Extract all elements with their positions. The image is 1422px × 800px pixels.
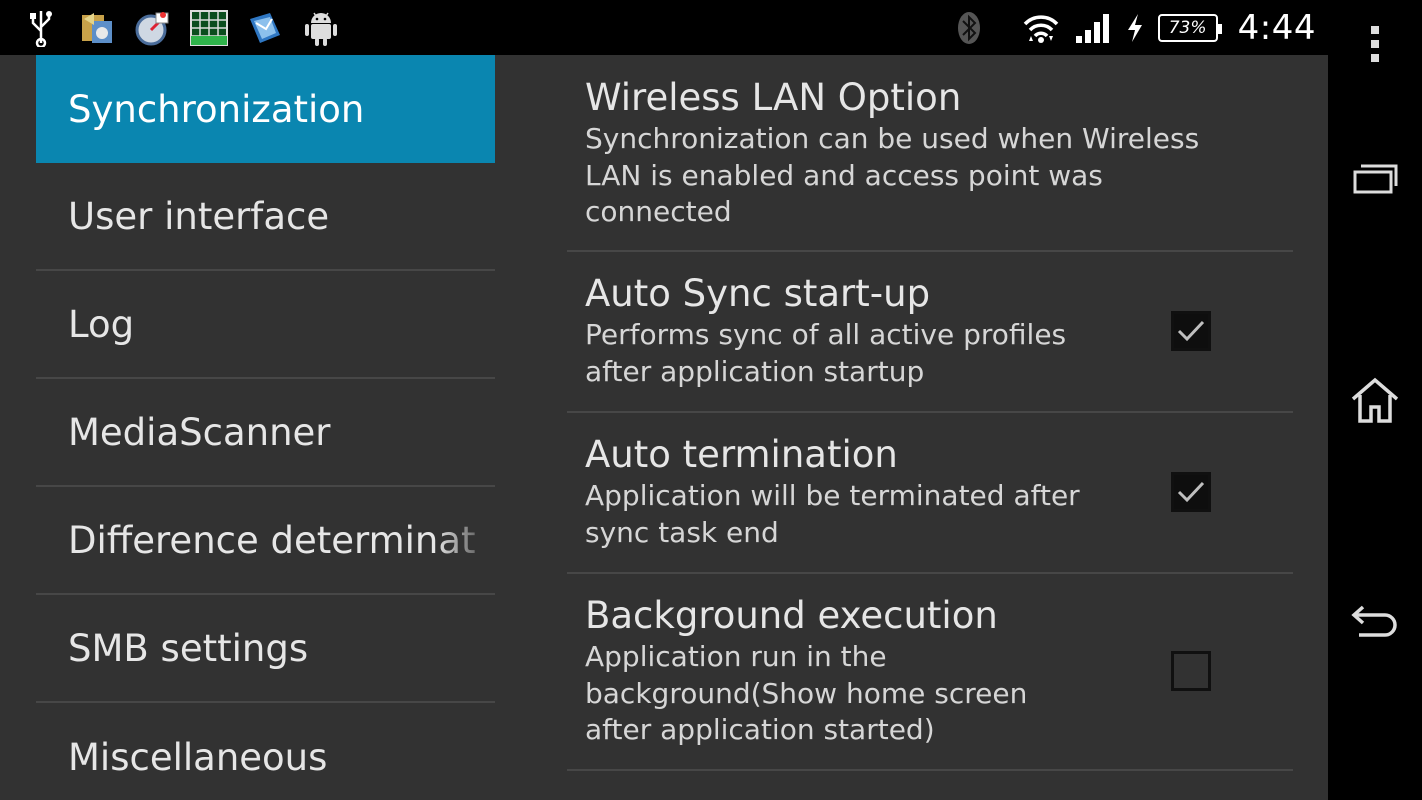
status-bar: 73% 4:44 (0, 0, 1328, 55)
settings-screen: Synchronization User interface Log Media… (0, 55, 1328, 800)
category-mediascanner[interactable]: MediaScanner (36, 379, 495, 487)
navigation-bar (1328, 0, 1422, 800)
category-smb-settings[interactable]: SMB settings (36, 595, 495, 703)
pref-wireless-lan-option[interactable]: Wireless LAN Option Synchronization can … (567, 55, 1293, 252)
home-icon (1350, 377, 1400, 427)
recent-apps-icon (1352, 161, 1398, 199)
pref-summary: Application will be terminated after syn… (585, 479, 1080, 549)
category-label: Miscellaneous (68, 735, 328, 779)
pref-auto-termination[interactable]: Auto termination Application will be ter… (567, 413, 1293, 574)
compass-app-icon (134, 9, 172, 47)
home-button[interactable] (1328, 370, 1422, 434)
android-icon (302, 9, 340, 47)
system-status: 73% 4:44 (950, 6, 1316, 50)
category-synchronization[interactable]: Synchronization (36, 55, 495, 163)
preference-list: Wireless LAN Option Synchronization can … (567, 55, 1293, 771)
pref-auto-sync-startup[interactable]: Auto Sync start-up Performs sync of all … (567, 252, 1293, 413)
clock: 4:44 (1237, 8, 1316, 48)
usb-icon (22, 9, 60, 47)
battery-percent: 73% (1168, 18, 1207, 38)
grid-app-icon (190, 9, 228, 47)
menu-button[interactable] (1328, 24, 1422, 68)
back-icon (1351, 605, 1399, 645)
category-label: SMB settings (68, 626, 309, 670)
pref-background-execution[interactable]: Background execution Application run in … (567, 574, 1293, 771)
background-execution-checkbox[interactable] (1171, 651, 1211, 691)
wifi-icon (1022, 9, 1060, 47)
menu-icon (1370, 25, 1380, 67)
back-button[interactable] (1328, 595, 1422, 655)
pref-summary: Performs sync of all active profiles aft… (585, 318, 1067, 388)
auto-sync-checkbox[interactable] (1171, 311, 1211, 351)
category-difference-determination[interactable]: Difference determinat (36, 487, 495, 595)
pref-title: Background execution (585, 594, 998, 637)
category-label: User interface (68, 194, 330, 238)
sync-app-icon (78, 9, 116, 47)
category-label: Difference determinat (68, 518, 476, 562)
pref-summary: Application run in the background(Show h… (585, 640, 1028, 746)
bluetooth-icon (950, 9, 988, 47)
category-user-interface[interactable]: User interface (36, 163, 495, 271)
charging-icon (1126, 9, 1144, 47)
category-miscellaneous[interactable]: Miscellaneous (36, 703, 495, 800)
recent-apps-button[interactable] (1328, 150, 1422, 210)
mail-app-icon (246, 9, 284, 47)
pref-title: Wireless LAN Option (585, 76, 962, 119)
settings-category-list: Synchronization User interface Log Media… (36, 55, 495, 800)
category-label: MediaScanner (68, 410, 331, 454)
battery-indicator: 73% (1157, 14, 1222, 42)
signal-icon (1074, 9, 1112, 47)
auto-termination-checkbox[interactable] (1171, 472, 1211, 512)
text-fade (435, 487, 495, 593)
category-log[interactable]: Log (36, 271, 495, 379)
category-label: Log (68, 302, 135, 346)
pref-summary: Synchronization can be used when Wireles… (585, 122, 1200, 228)
notification-icons (22, 8, 340, 48)
category-label: Synchronization (68, 87, 365, 131)
